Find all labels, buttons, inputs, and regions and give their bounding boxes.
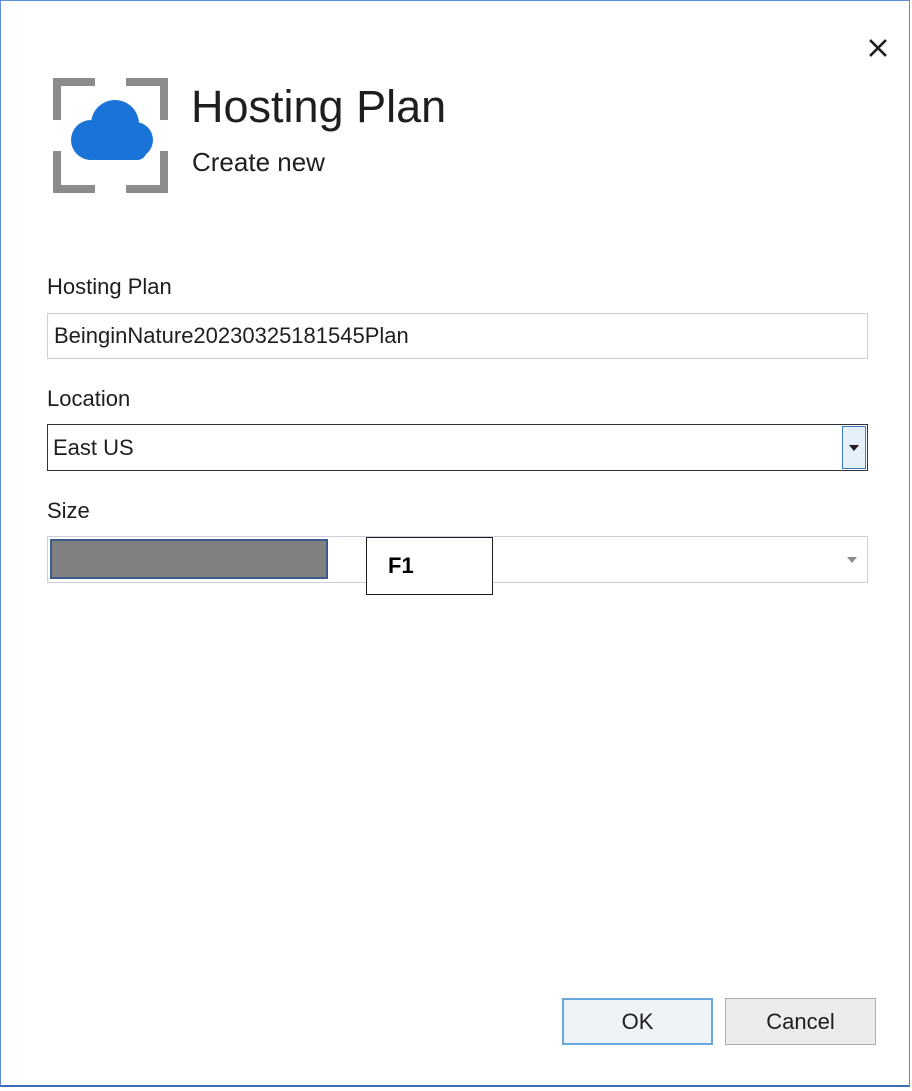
- dialog-subtitle: Create new: [192, 147, 325, 177]
- location-dropdown[interactable]: East US: [47, 424, 868, 471]
- size-dropdown-button[interactable]: [843, 537, 861, 582]
- hosting-plan-dialog: Hosting Plan Create new Hosting Plan Loc…: [0, 0, 910, 1087]
- ok-button[interactable]: OK: [562, 998, 713, 1045]
- location-dropdown-button[interactable]: [842, 426, 866, 469]
- size-callout-label: F1: [366, 537, 493, 595]
- size-label: Size: [47, 498, 90, 523]
- azure-app-service-cloud-icon: [53, 78, 168, 193]
- close-icon: [869, 39, 887, 57]
- cancel-button[interactable]: Cancel: [725, 998, 876, 1045]
- location-label: Location: [47, 386, 131, 411]
- chevron-down-icon: [849, 444, 859, 451]
- dialog-title: Hosting Plan: [191, 81, 447, 132]
- hosting-plan-label: Hosting Plan: [47, 274, 172, 299]
- hosting-plan-input[interactable]: [47, 313, 868, 359]
- close-button[interactable]: [861, 31, 895, 65]
- chevron-down-icon: [847, 556, 857, 563]
- redacted-region: [50, 539, 328, 579]
- location-value: East US: [53, 434, 134, 460]
